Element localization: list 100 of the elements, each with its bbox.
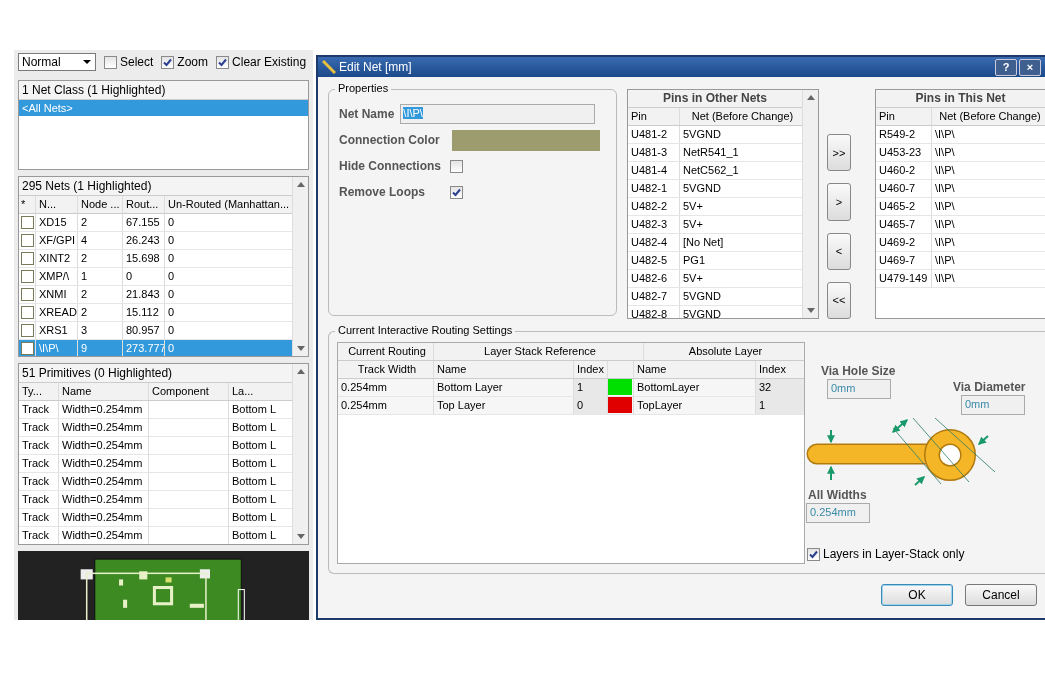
connection-color-swatch[interactable] bbox=[451, 129, 600, 151]
table-cell: 26.243 bbox=[123, 232, 165, 249]
color-swatch[interactable] bbox=[21, 342, 34, 355]
table-cell: 1 bbox=[78, 268, 123, 285]
table-cell: 21.843 bbox=[123, 286, 165, 303]
table-cell: U460-2 bbox=[876, 162, 932, 179]
group-legend: Current Interactive Routing Settings bbox=[335, 324, 516, 336]
column-header: Absolute Layer bbox=[687, 344, 764, 359]
net-row[interactable]: XF/GPI 4 26.243 0 bbox=[19, 232, 292, 250]
net-row[interactable]: XNMI 2 21.843 0 bbox=[19, 286, 292, 304]
scroll-up-icon[interactable] bbox=[296, 182, 305, 187]
table-cell: XF/GPI bbox=[36, 232, 78, 249]
column-header[interactable]: Rout... bbox=[123, 196, 165, 213]
table-cell: U481-3 bbox=[628, 144, 680, 161]
table-cell: XD15 bbox=[36, 214, 78, 231]
table-cell: Track bbox=[19, 527, 59, 544]
ok-button[interactable]: OK bbox=[881, 584, 953, 606]
scrollbar[interactable] bbox=[802, 90, 818, 318]
table-cell: 0 bbox=[123, 268, 165, 285]
scroll-down-icon[interactable] bbox=[296, 534, 305, 539]
table-cell: Width=0.254mm bbox=[59, 491, 149, 508]
color-swatch[interactable] bbox=[21, 306, 34, 319]
table-cell: 3 bbox=[78, 322, 123, 339]
table-cell-text: 0 bbox=[167, 251, 176, 266]
table-cell: 9 bbox=[78, 340, 123, 356]
scrollbar[interactable] bbox=[292, 177, 308, 356]
cancel-button[interactable]: Cancel bbox=[965, 584, 1037, 606]
column-header[interactable]: Node ... bbox=[78, 196, 123, 213]
table-cell: U481-4 bbox=[628, 162, 680, 179]
mode-dropdown[interactable]: Normal bbox=[18, 53, 96, 71]
column-header[interactable]: La... bbox=[229, 383, 292, 400]
table-cell: 0 bbox=[574, 397, 608, 414]
table-cell-text: NetC562_1 bbox=[682, 163, 740, 178]
group-legend: Properties bbox=[335, 82, 392, 94]
checkbox[interactable] bbox=[807, 547, 820, 561]
field-label: Connection Color bbox=[339, 133, 440, 147]
transfer-button[interactable]: > bbox=[827, 183, 851, 221]
field-label: Net Name bbox=[339, 107, 395, 121]
column-header[interactable]: Ty... bbox=[19, 383, 59, 400]
net-row[interactable]: XD15 2 67.155 0 bbox=[19, 214, 292, 232]
scrollbar[interactable] bbox=[292, 364, 308, 544]
transfer-button[interactable]: << bbox=[827, 281, 851, 319]
table-cell-text: PG1 bbox=[682, 253, 706, 268]
column-header[interactable]: Index bbox=[574, 361, 608, 378]
scroll-up-icon[interactable] bbox=[296, 369, 305, 374]
checkbox[interactable] bbox=[216, 55, 230, 69]
table-cell: XRS1 bbox=[36, 322, 78, 339]
column-header[interactable]: Name bbox=[59, 383, 149, 400]
column-header[interactable]: Pin bbox=[876, 108, 932, 125]
column-header[interactable]: Name bbox=[434, 361, 574, 378]
column-header[interactable]: Un-Routed (Manhattan... bbox=[165, 196, 292, 213]
all-widths-field[interactable]: 0.254mm bbox=[806, 503, 870, 523]
table-cell: 0.254mm bbox=[338, 397, 434, 414]
via-hole-size-field[interactable]: 0mm bbox=[827, 379, 891, 399]
color-swatch[interactable] bbox=[21, 234, 34, 247]
table-cell: Width=0.254mm bbox=[59, 455, 149, 472]
table-cell-text: Bottom L bbox=[231, 492, 278, 507]
table-cell-text: 0 bbox=[167, 269, 176, 284]
checkbox[interactable] bbox=[450, 185, 463, 199]
table-cell: 1 bbox=[756, 397, 804, 414]
color-swatch[interactable] bbox=[21, 288, 34, 301]
column-header[interactable]: Net (Before Change) bbox=[932, 108, 1045, 125]
net-row[interactable]: XMP/\ 1 0 0 bbox=[19, 268, 292, 286]
net-row[interactable]: XREAD 2 15.112 0 bbox=[19, 304, 292, 322]
column-header[interactable]: Name bbox=[634, 361, 756, 378]
table-cell-text: 0 bbox=[167, 341, 176, 356]
table-cell: Track bbox=[19, 473, 59, 490]
column-header[interactable]: Track Width bbox=[338, 361, 434, 378]
net-row[interactable]: XINT2 2 15.698 0 bbox=[19, 250, 292, 268]
table-cell-text: \I\P\ bbox=[934, 181, 956, 196]
column-header[interactable]: Component bbox=[149, 383, 229, 400]
table-cell: \I\P\ bbox=[36, 340, 78, 356]
table-cell: XNMI bbox=[36, 286, 78, 303]
table-cell: R549-2 bbox=[876, 126, 932, 143]
scroll-down-icon[interactable] bbox=[806, 308, 815, 313]
field-label: All Widths bbox=[808, 488, 867, 502]
table-title: Pins in Other Nets bbox=[628, 90, 802, 108]
column-header[interactable]: * bbox=[19, 196, 36, 213]
table-cell-text: Bottom L bbox=[231, 420, 278, 435]
column-header[interactable]: Net (Before Change) bbox=[680, 108, 802, 125]
table-cell: Width=0.254mm bbox=[59, 419, 149, 436]
transfer-button[interactable]: >> bbox=[827, 134, 851, 172]
title-bar-button[interactable]: × bbox=[1019, 58, 1041, 76]
checkbox[interactable] bbox=[161, 55, 175, 69]
table-cell-text: 0 bbox=[167, 215, 176, 230]
column-header[interactable]: Index bbox=[756, 361, 804, 378]
via-diameter-field[interactable]: 0mm bbox=[961, 395, 1025, 415]
checkbox[interactable] bbox=[450, 159, 463, 173]
color-swatch[interactable] bbox=[21, 252, 34, 265]
checkbox[interactable] bbox=[104, 55, 117, 69]
color-swatch[interactable] bbox=[21, 324, 34, 337]
table-cell: 1 bbox=[574, 379, 608, 396]
color-swatch[interactable] bbox=[21, 270, 34, 283]
column-header[interactable]: N... bbox=[36, 196, 78, 213]
title-bar-button[interactable]: ? bbox=[995, 58, 1017, 76]
column-header[interactable]: Pin bbox=[628, 108, 680, 125]
scroll-down-icon[interactable] bbox=[296, 346, 305, 351]
transfer-button[interactable]: < bbox=[827, 232, 851, 270]
color-swatch[interactable] bbox=[21, 216, 34, 229]
scroll-up-icon[interactable] bbox=[806, 95, 815, 100]
